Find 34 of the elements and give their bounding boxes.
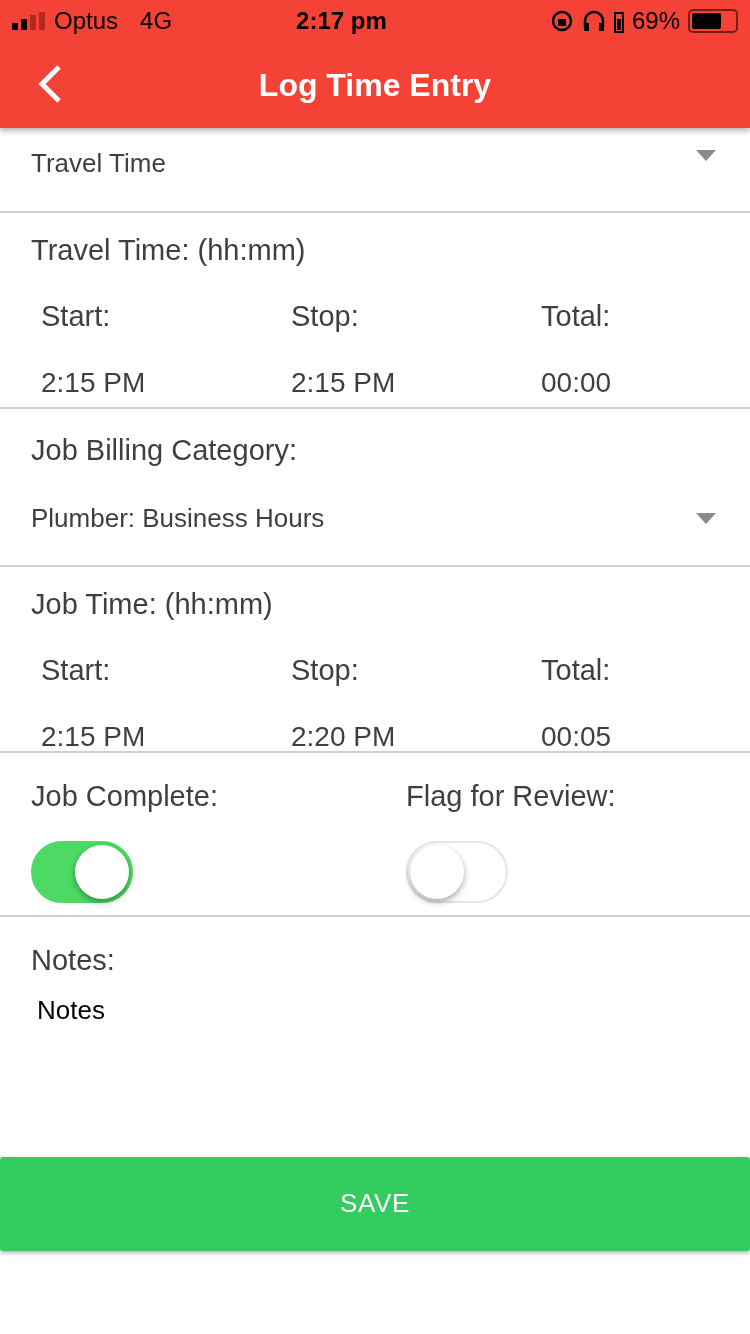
battery-charging-icon xyxy=(613,9,624,33)
toggle-label: Job Complete: xyxy=(31,779,218,814)
headphones-icon xyxy=(581,9,606,33)
time-label: Stop: xyxy=(291,298,359,334)
rotation-lock-icon xyxy=(549,9,574,33)
carrier-name: Optus xyxy=(54,6,119,36)
time-label: Start: xyxy=(41,298,111,334)
dropdown-caret-icon xyxy=(696,150,716,161)
time-value[interactable]: 2:15 PM xyxy=(291,362,396,404)
time-label: Total: xyxy=(541,298,611,334)
battery-percentage: 69% xyxy=(631,6,680,36)
time-value[interactable]: 00:00 xyxy=(541,362,612,404)
time-label: Start: xyxy=(41,652,111,688)
signal-icon xyxy=(12,12,48,30)
section-title: Job Time: (hh:mm) xyxy=(31,587,273,622)
toggle-label: Flag for Review: xyxy=(406,779,616,814)
time-label: Stop: xyxy=(291,652,359,688)
dropdown-caret-icon xyxy=(696,512,716,524)
network-type: 4G xyxy=(140,6,173,36)
notes-field[interactable]: Notes xyxy=(37,990,717,1091)
section-title: Travel Time: (hh:mm) xyxy=(31,233,306,268)
time-label: Total: xyxy=(541,652,611,688)
notes-label: Notes: xyxy=(31,943,115,978)
time-value[interactable]: 2:20 PM xyxy=(291,716,396,758)
clock-time: 2:17 pm xyxy=(296,6,387,36)
page-title: Log Time Entry xyxy=(258,66,492,105)
time-value[interactable]: 00:05 xyxy=(541,716,612,758)
toggle-switch[interactable] xyxy=(31,840,133,903)
time-value[interactable]: 2:15 PM xyxy=(41,716,146,758)
billing-category-dropdown[interactable]: Plumber: Business Hours xyxy=(31,498,716,538)
time-value[interactable]: 2:15 PM xyxy=(41,362,146,404)
battery-icon xyxy=(688,9,738,33)
field-label: Job Billing Category: xyxy=(31,433,297,468)
type-dropdown[interactable]: Travel Time xyxy=(0,128,750,213)
